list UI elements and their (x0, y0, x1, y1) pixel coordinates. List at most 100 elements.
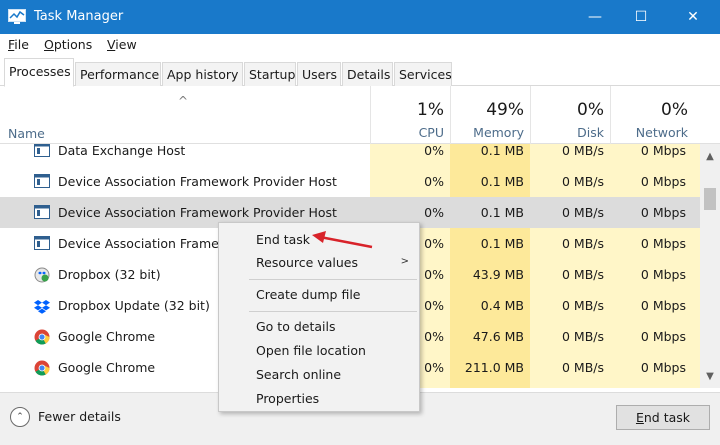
sort-arrow-icon: ^ (178, 94, 189, 108)
window-icon (34, 144, 50, 157)
close-button[interactable]: ✕ (670, 0, 716, 34)
menu-item-go-to-details[interactable]: Go to details (256, 319, 335, 334)
process-name: Device Association Framew (58, 236, 230, 251)
maximize-icon: ☐ (634, 9, 648, 25)
collapse-up-icon[interactable]: ⌃ (10, 407, 30, 427)
cpu-total: 1% (417, 100, 444, 120)
memory-cell: 43.9 MB (472, 267, 524, 282)
table-row[interactable]: Device Association Framework Provider Ho… (0, 166, 700, 197)
dropbox-sync-icon (34, 267, 50, 283)
memory-cell: 47.6 MB (472, 329, 524, 344)
tab-performance[interactable]: Performance (75, 62, 161, 86)
window-icon (34, 174, 50, 188)
tab-app-history[interactable]: App history (162, 62, 243, 86)
dropbox-icon (34, 298, 50, 314)
network-cell: 0 Mbps (640, 236, 686, 251)
vertical-scrollbar[interactable]: ▲ ▼ (700, 144, 720, 388)
menu-separator (249, 279, 417, 280)
disk-cell: 0 MB/s (561, 144, 604, 158)
process-name: Google Chrome (58, 329, 156, 344)
column-name[interactable]: ^ Name (0, 86, 370, 144)
tab-services[interactable]: Services (394, 62, 452, 86)
process-name: Data Exchange Host (58, 144, 186, 158)
process-name: Google Chrome (58, 360, 156, 375)
window-title: Task Manager (34, 9, 124, 24)
tab-startup[interactable]: Startup (244, 62, 296, 86)
menu-item-search-online[interactable]: Search online (256, 367, 341, 382)
disk-cell: 0 MB/s (561, 205, 604, 220)
disk-label: Disk (577, 125, 604, 140)
end-task-button[interactable]: End task (616, 405, 710, 430)
memory-cell: 0.4 MB (480, 298, 524, 313)
process-name: Device Association Framework Provider Ho… (58, 205, 337, 220)
tab-users[interactable]: Users (297, 62, 341, 86)
cpu-cell: 0% (424, 205, 444, 220)
disk-cell: 0 MB/s (561, 298, 604, 313)
memory-cell: 211.0 MB (464, 360, 524, 375)
chrome-icon (34, 329, 50, 345)
menu-item-end-task[interactable]: End task (256, 232, 310, 247)
menu-item-create-dump-file[interactable]: Create dump file (256, 287, 361, 302)
column-header: ^ Name 1% CPU 49% Memory 0% Disk 0% Netw… (0, 86, 720, 144)
disk-cell: 0 MB/s (561, 360, 604, 375)
submenu-arrow-icon: > (400, 256, 409, 267)
process-name: Dropbox (32 bit) (58, 267, 161, 282)
tab-strip: Processes Performance App history Startu… (0, 56, 720, 87)
minimize-icon: — (588, 9, 602, 25)
memory-cell: 0.1 MB (480, 174, 524, 189)
process-name: Dropbox Update (32 bit) (58, 298, 210, 313)
context-menu: End task Resource values > Create dump f… (218, 222, 420, 412)
menu-options[interactable]: Options (44, 37, 92, 52)
memory-label: Memory (473, 125, 524, 140)
network-cell: 0 Mbps (640, 267, 686, 282)
scroll-thumb[interactable] (704, 188, 716, 210)
network-cell: 0 Mbps (640, 174, 686, 189)
network-label: Network (635, 125, 688, 140)
menu-separator (249, 311, 417, 312)
chrome-icon (34, 360, 50, 376)
memory-cell: 0.1 MB (480, 236, 524, 251)
scroll-down-icon[interactable]: ▼ (700, 368, 720, 384)
menu-item-resource-values[interactable]: Resource values (256, 255, 358, 270)
title-bar: Task Manager — ☐ ✕ (0, 0, 720, 34)
task-manager-icon (8, 9, 26, 24)
table-row[interactable]: Data Exchange Host 0% 0.1 MB 0 MB/s 0 Mbps (0, 144, 700, 166)
menu-item-open-file-location[interactable]: Open file location (256, 343, 366, 358)
window-icon (34, 205, 50, 219)
network-cell: 0 Mbps (640, 298, 686, 313)
fewer-details-link[interactable]: Fewer details (38, 409, 121, 424)
network-cell: 0 Mbps (640, 205, 686, 220)
cpu-label: CPU (418, 125, 444, 140)
memory-cell: 0.1 MB (480, 144, 524, 158)
cpu-cell: 0% (424, 174, 444, 189)
menu-item-properties[interactable]: Properties (256, 391, 319, 406)
disk-cell: 0 MB/s (561, 329, 604, 344)
menu-file[interactable]: File (8, 37, 29, 52)
close-icon: ✕ (687, 9, 699, 25)
disk-total: 0% (577, 100, 604, 120)
tab-details[interactable]: Details (342, 62, 393, 86)
scroll-up-icon[interactable]: ▲ (700, 148, 720, 164)
disk-cell: 0 MB/s (561, 267, 604, 282)
window-icon (34, 236, 50, 250)
network-total: 0% (661, 100, 688, 120)
menu-bar: File Options View (0, 34, 720, 56)
minimize-button[interactable]: — (572, 0, 618, 34)
menu-view[interactable]: View (107, 37, 137, 52)
column-memory[interactable]: 49% Memory (450, 86, 530, 144)
column-cpu[interactable]: 1% CPU (370, 86, 450, 144)
maximize-button[interactable]: ☐ (618, 0, 664, 34)
disk-cell: 0 MB/s (561, 236, 604, 251)
network-cell: 0 Mbps (640, 329, 686, 344)
network-cell: 0 Mbps (640, 144, 686, 158)
memory-total: 49% (486, 100, 524, 120)
network-cell: 0 Mbps (640, 360, 686, 375)
column-network[interactable]: 0% Network (610, 86, 694, 144)
cpu-cell: 0% (424, 144, 444, 158)
column-name-label: Name (8, 126, 45, 141)
column-disk[interactable]: 0% Disk (530, 86, 610, 144)
disk-cell: 0 MB/s (561, 174, 604, 189)
tab-processes[interactable]: Processes (4, 58, 74, 87)
memory-cell: 0.1 MB (480, 205, 524, 220)
process-name: Device Association Framework Provider Ho… (58, 174, 337, 189)
